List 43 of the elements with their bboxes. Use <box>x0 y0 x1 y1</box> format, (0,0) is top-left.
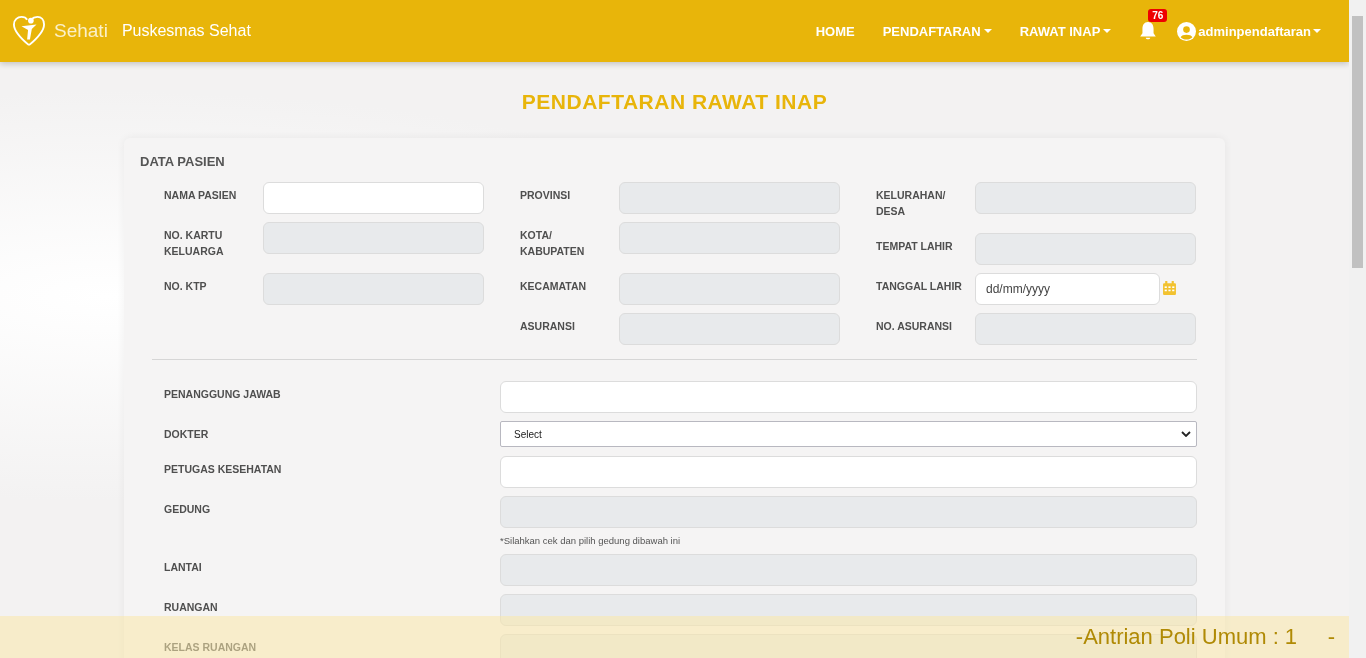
field-label: NO. KTP <box>164 279 208 294</box>
brand-name[interactable]: Sehati <box>54 20 108 42</box>
field-label: TEMPAT LAHIR <box>876 239 954 254</box>
notification-bell-icon[interactable] <box>1139 21 1158 41</box>
field-label: KELAS RUANGAN <box>164 640 258 655</box>
field-label: ASURANSI <box>520 319 576 334</box>
text-input-field[interactable] <box>500 456 1197 488</box>
caret-icon <box>1103 29 1112 33</box>
field-label: KELURAHAN/ DESA <box>876 188 947 219</box>
field-label: NAMA PASIEN <box>164 188 238 203</box>
heart-person-logo-icon <box>12 15 46 47</box>
scrollbar-thumb[interactable] <box>1352 16 1363 268</box>
field-label: GEDUNG <box>164 502 212 517</box>
field-label: RUANGAN <box>164 600 219 615</box>
field-label: PROVINSI <box>520 188 572 203</box>
field-label: KOTA/ KABUPATEN <box>520 228 586 259</box>
user-avatar-icon <box>1177 21 1197 41</box>
queue-ticker-text: -Antrian Poli Umum : 1 - <box>1075 624 1335 650</box>
nav-menu-link[interactable]: RAWAT INAP <box>1019 23 1112 39</box>
field-label: TANGGAL LAHIR <box>876 279 963 294</box>
calendar-icon[interactable] <box>1163 281 1176 295</box>
select-dropdown[interactable]: Select <box>500 421 1197 447</box>
field-label: PENANGGUNG JAWAB <box>164 387 282 402</box>
chevron-down-icon <box>1181 431 1191 437</box>
text-input-field[interactable] <box>263 182 484 214</box>
field-label: NO. KARTU KELUARGA <box>164 228 225 259</box>
nav-menu-link[interactable]: PENDAFTARAN <box>882 23 992 39</box>
field-label: KECAMATAN <box>520 279 588 294</box>
field-label: DOKTER <box>164 427 210 442</box>
notification-count-badge: 76 <box>1148 9 1168 22</box>
caret-icon <box>1313 29 1321 33</box>
helper-text: *Silahkan cek dan pilih gedung dibawah ini <box>500 535 682 546</box>
field-label: PETUGAS KESEHATAN <box>164 462 283 477</box>
caret-icon <box>983 29 992 33</box>
site-name: Puskesmas Sehat <box>121 22 251 40</box>
field-label: LANTAI <box>164 560 203 575</box>
field-label: NO. ASURANSI <box>876 319 954 334</box>
user-menu[interactable]: adminpendaftaran <box>1177 21 1321 41</box>
page-title: PENDAFTARAN RAWAT INAP <box>520 90 829 114</box>
date-input-field[interactable]: dd/mm/yyyy <box>975 273 1160 305</box>
section-title: DATA PASIEN <box>140 154 226 169</box>
nav-menu-link[interactable]: HOME <box>815 23 855 39</box>
text-input-field[interactable] <box>500 381 1197 413</box>
